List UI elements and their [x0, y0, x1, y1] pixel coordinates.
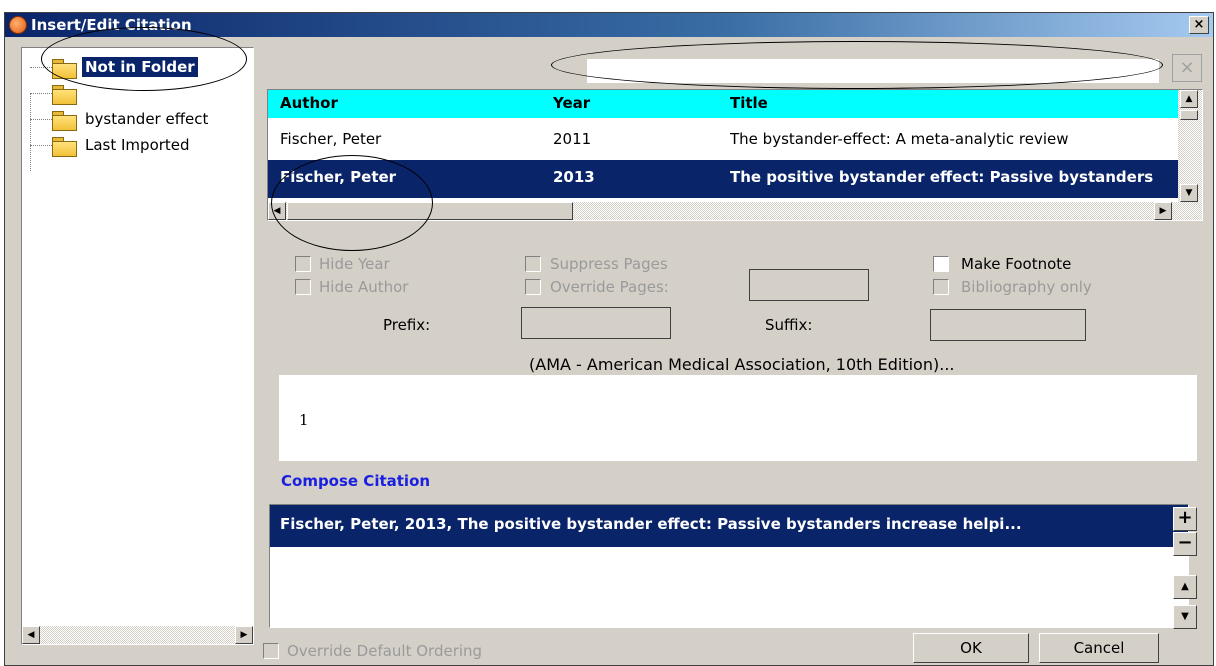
compose-citation-link[interactable]: Compose Citation [281, 472, 430, 490]
table-header: Author Year Title [268, 90, 1178, 118]
move-up-button[interactable]: ▲ [1173, 575, 1197, 599]
scroll-left-arrow-icon[interactable]: ◀ [22, 626, 40, 644]
output-style-label[interactable]: (AMA - American Medical Association, 10t… [529, 355, 954, 374]
override-pages-label: Override Pages: [550, 278, 669, 296]
column-header-title[interactable]: Title [730, 94, 1178, 112]
folder-label: Not in Folder [82, 57, 198, 77]
prefix-input[interactable] [521, 307, 671, 339]
title-bar[interactable]: Insert/Edit Citation × [5, 13, 1213, 37]
hide-year-label: Hide Year [319, 255, 390, 273]
add-button[interactable]: + [1173, 507, 1197, 531]
insert-edit-citation-dialog: Insert/Edit Citation × Not in Folder bys… [4, 12, 1214, 666]
table-row[interactable]: Fischer, Peter 2011 The bystander-effect… [268, 122, 1178, 160]
cancel-button[interactable]: Cancel [1039, 633, 1159, 663]
folder-tree[interactable]: Not in Folder bystander effect Last Impo… [21, 47, 254, 645]
folder-icon [52, 137, 77, 157]
suppress-pages-checkbox[interactable] [525, 256, 541, 272]
cell-title: The bystander-effect: A meta-analytic re… [730, 130, 1069, 148]
suffix-input[interactable] [930, 309, 1086, 341]
scroll-thumb[interactable] [1180, 110, 1198, 120]
folder-label: bystander effect [85, 110, 209, 128]
scroll-right-arrow-icon[interactable]: ▶ [1154, 202, 1172, 220]
preview-text: 1 [299, 411, 309, 429]
hide-author-checkbox[interactable] [295, 279, 311, 295]
folder-icon [52, 111, 77, 131]
override-default-ordering-checkbox[interactable] [263, 643, 279, 659]
make-footnote-checkbox[interactable] [933, 256, 949, 272]
bibliography-only-label: Bibliography only [961, 278, 1092, 296]
open-folder-icon [52, 59, 77, 79]
search-input[interactable] [587, 59, 1159, 83]
column-header-year[interactable]: Year [553, 94, 723, 112]
override-pages-input[interactable] [749, 269, 869, 301]
results-table[interactable]: Author Year Title Fischer, Peter 2011 Th… [267, 89, 1203, 221]
prefix-label: Prefix: [383, 316, 431, 334]
clear-search-button[interactable]: × [1172, 54, 1202, 82]
bibliography-only-checkbox[interactable] [933, 279, 949, 295]
table-row-selected[interactable]: Fischer, Peter 2013 The positive bystand… [268, 160, 1178, 198]
compose-citation-list[interactable]: Fischer, Peter, 2013, The positive bysta… [269, 504, 1189, 628]
tree-horizontal-scrollbar[interactable]: ◀ ▶ [22, 626, 253, 644]
cell-author: Fischer, Peter [280, 168, 397, 186]
column-header-author[interactable]: Author [280, 94, 550, 112]
suppress-pages-label: Suppress Pages [550, 255, 668, 273]
scroll-up-arrow-icon[interactable]: ▲ [1180, 90, 1198, 108]
results-horizontal-scrollbar[interactable]: ◀ ▶ [268, 202, 1202, 220]
scroll-left-arrow-icon[interactable]: ◀ [268, 202, 286, 220]
scroll-thumb[interactable] [287, 202, 573, 220]
list-item-selected[interactable]: Fischer, Peter, 2013, The positive bysta… [270, 505, 1188, 547]
close-button[interactable]: × [1189, 16, 1209, 34]
citation-preview: 1 [279, 375, 1197, 461]
hide-author-label: Hide Author [319, 278, 409, 296]
override-pages-checkbox[interactable] [525, 279, 541, 295]
cell-title: The positive bystander effect: Passive b… [730, 168, 1154, 186]
cell-year: 2011 [553, 130, 592, 148]
results-vertical-scrollbar[interactable]: ▲ ▼ [1178, 90, 1202, 202]
scroll-down-arrow-icon[interactable]: ▼ [1180, 184, 1198, 202]
scroll-right-arrow-icon[interactable]: ▶ [235, 626, 253, 644]
suffix-label: Suffix: [765, 316, 813, 334]
folder-label [82, 83, 88, 85]
cell-author: Fischer, Peter [280, 130, 382, 148]
app-icon [9, 16, 27, 34]
hide-year-checkbox[interactable] [295, 256, 311, 272]
tree-connector [30, 93, 31, 171]
remove-button[interactable]: − [1173, 532, 1197, 556]
folder-icon [52, 85, 77, 105]
make-footnote-label: Make Footnote [961, 255, 1072, 273]
window-title: Insert/Edit Citation [31, 16, 192, 34]
ok-button[interactable]: OK [913, 633, 1029, 663]
cell-year: 2013 [553, 168, 595, 186]
move-down-button[interactable]: ▼ [1173, 605, 1197, 629]
override-default-ordering-label: Override Default Ordering [287, 642, 483, 660]
folder-label: Last Imported [85, 136, 190, 154]
